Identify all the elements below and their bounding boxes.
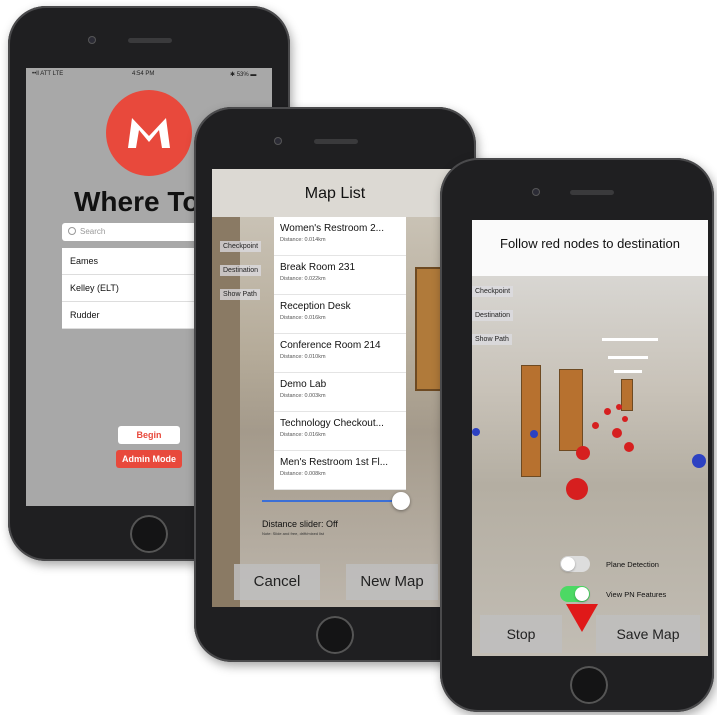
list-item[interactable]: Men's Restroom 1st Fl... Distance: 0.008… (274, 451, 406, 490)
feature-point (472, 428, 480, 436)
toggle-knob (561, 557, 575, 571)
direction-arrow-icon (566, 604, 598, 632)
speaker-grille (128, 38, 172, 43)
map-name: Conference Room 214 (280, 340, 381, 351)
path-node (604, 408, 611, 415)
feature-point (530, 430, 538, 438)
instruction-bar: Follow red nodes to destination (472, 220, 708, 276)
map-name: Men's Restroom 1st Fl... (280, 457, 389, 468)
map-name: Women's Restroom 2... (280, 223, 384, 234)
list-item[interactable]: Demo Lab Distance: 0.003km (274, 373, 406, 412)
herman-miller-logo (106, 90, 192, 176)
front-camera (274, 137, 282, 145)
plane-detection-label: Plane Detection (606, 560, 659, 569)
map-distance: Distance: 0.022km (280, 276, 326, 282)
map-distance: Distance: 0.010km (280, 354, 326, 360)
list-item[interactable]: Conference Room 214 Distance: 0.010km (274, 334, 406, 373)
map-name: Reception Desk (280, 301, 351, 312)
list-item[interactable]: Break Room 231 Distance: 0.022km (274, 256, 406, 295)
begin-button[interactable]: Begin (118, 426, 180, 444)
hallway-door (622, 380, 632, 410)
hallway-door (417, 269, 441, 389)
app-title: Where To (74, 186, 200, 217)
checkpoint-button[interactable]: Checkpoint (472, 286, 514, 297)
map-distance: Distance: 0.016km (280, 315, 326, 321)
slider-label: Distance slider: Off (262, 519, 338, 529)
cancel-button[interactable]: Cancel (234, 564, 320, 600)
carrier-label: ••ll ATT LTE (32, 71, 64, 77)
status-time: 4:54 PM (132, 71, 155, 77)
navigation-screen: Follow red nodes to destination Checkpoi… (472, 220, 708, 656)
slider-note: Note: Slide and free, drift/mixed list (262, 531, 325, 536)
status-bar: ••ll ATT LTE 4:54 PM ✱ 53% ▬ (26, 68, 272, 82)
destination-button[interactable]: Destination (220, 265, 262, 276)
map-distance: Distance: 0.003km (280, 393, 326, 399)
ceiling-light (608, 356, 648, 359)
ceiling-light (614, 370, 642, 373)
camera-feed (472, 276, 708, 656)
slider-knob[interactable] (392, 492, 410, 510)
show-path-button[interactable]: Show Path (472, 334, 512, 345)
path-node (576, 446, 590, 460)
list-item[interactable]: Technology Checkout... Distance: 0.016km (274, 412, 406, 451)
map-name: Demo Lab (280, 379, 327, 390)
toggle-knob (575, 587, 589, 601)
home-button[interactable] (130, 515, 168, 553)
new-map-button[interactable]: New Map (346, 564, 438, 600)
map-distance: Distance: 0.008km (280, 471, 326, 477)
speaker-grille (570, 190, 614, 195)
map-name: Break Room 231 (280, 262, 356, 273)
view-pn-features-label: View PN Features (606, 590, 667, 599)
front-camera (532, 188, 540, 196)
map-name: Technology Checkout... (280, 418, 384, 429)
phone-2: Map List Checkpoint Destination Show Pat… (194, 107, 476, 662)
list-item[interactable]: Women's Restroom 2... Distance: 0.014km (274, 217, 406, 256)
map-list: Women's Restroom 2... Distance: 0.014km … (274, 217, 406, 490)
plane-detection-toggle[interactable] (560, 556, 590, 572)
distance-slider[interactable] (262, 500, 400, 502)
front-camera (88, 36, 96, 44)
page-title: Map List (304, 185, 366, 202)
path-node (592, 422, 599, 429)
destination-button[interactable]: Destination (472, 310, 514, 321)
path-node (616, 404, 622, 410)
path-node (566, 478, 588, 500)
search-icon (68, 227, 76, 235)
stop-button[interactable]: Stop (480, 615, 562, 653)
path-node (612, 428, 622, 438)
hallway-door (522, 366, 540, 476)
map-list-screen: Map List Checkpoint Destination Show Pat… (212, 169, 458, 607)
map-distance: Distance: 0.016km (280, 432, 326, 438)
battery-indicator: ✱ 53% ▬ (230, 72, 257, 78)
phone-3: Follow red nodes to destination Checkpoi… (440, 158, 714, 712)
show-path-button[interactable]: Show Path (220, 289, 260, 300)
hallway-door (560, 370, 582, 450)
admin-mode-button[interactable]: Admin Mode (116, 450, 182, 468)
path-node (624, 442, 634, 452)
home-button[interactable] (570, 666, 608, 704)
map-distance: Distance: 0.014km (280, 237, 326, 243)
home-button[interactable] (316, 616, 354, 654)
speaker-grille (314, 139, 358, 144)
path-node (622, 416, 628, 422)
save-map-button[interactable]: Save Map (596, 615, 700, 653)
ceiling-light (602, 338, 658, 341)
view-pn-features-toggle[interactable] (560, 586, 590, 602)
instruction-text: Follow red nodes to destination (500, 236, 680, 251)
list-item[interactable]: Reception Desk Distance: 0.016km (274, 295, 406, 334)
search-placeholder: Search (80, 227, 106, 236)
feature-point (692, 454, 706, 468)
checkpoint-button[interactable]: Checkpoint (220, 241, 262, 252)
